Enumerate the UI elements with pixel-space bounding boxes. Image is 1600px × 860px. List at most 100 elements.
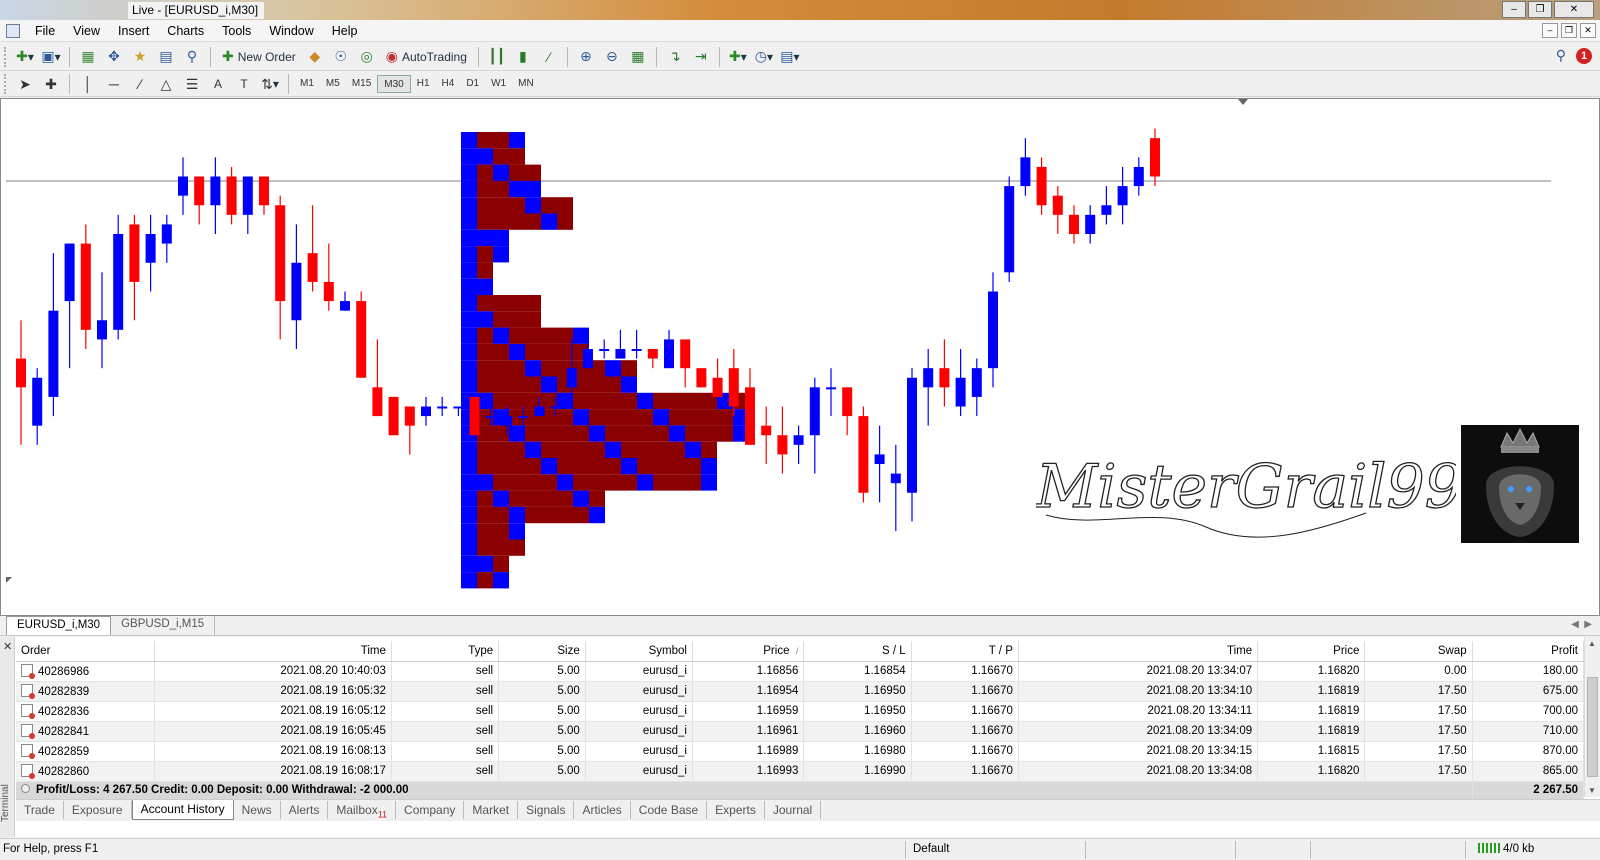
- timeframe-w1[interactable]: W1: [485, 75, 512, 93]
- menu-help[interactable]: Help: [323, 24, 367, 38]
- menu-insert[interactable]: Insert: [109, 24, 158, 38]
- tab-news[interactable]: News: [234, 801, 281, 819]
- text-label-icon[interactable]: T: [233, 73, 255, 95]
- table-row[interactable]: 40282859 2021.08.19 16:08:13 sell 5.00 eurus…: [16, 741, 1585, 762]
- timeframe-mn[interactable]: MN: [512, 75, 540, 93]
- tab-articles[interactable]: Articles: [574, 801, 631, 819]
- tab-alerts[interactable]: Alerts: [281, 801, 329, 819]
- market-watch-button[interactable]: ▦: [77, 46, 99, 68]
- timeframe-m15[interactable]: M15: [346, 75, 377, 93]
- signals-button[interactable]: ☉: [330, 46, 352, 68]
- trendline-icon[interactable]: ∕: [129, 73, 151, 95]
- col-tp[interactable]: T / P: [911, 641, 1019, 662]
- tab-exposure[interactable]: Exposure: [64, 801, 132, 819]
- scroll-down-icon[interactable]: ▼: [1588, 786, 1596, 795]
- chart-tab-gbpusd[interactable]: GBPUSD_i,M15: [111, 616, 216, 635]
- col-open-time[interactable]: Time: [154, 641, 392, 662]
- tab-code-base[interactable]: Code Base: [631, 801, 708, 819]
- autotrading-button[interactable]: ◉ AutoTrading: [382, 46, 471, 68]
- terminal-button[interactable]: ▤: [155, 46, 177, 68]
- text-icon[interactable]: A: [207, 73, 229, 95]
- col-sl[interactable]: S / L: [803, 641, 912, 662]
- table-row[interactable]: 40286986 2021.08.20 10:40:03 sell 5.00 eurus…: [16, 661, 1585, 682]
- minimize-button[interactable]: –: [1502, 1, 1526, 18]
- vertical-scrollbar[interactable]: ▲ ▼: [1584, 637, 1600, 797]
- metaeditor-button[interactable]: ◆: [304, 46, 326, 68]
- col-type[interactable]: Type: [391, 641, 500, 662]
- toolbar-grip[interactable]: [4, 46, 8, 67]
- fibonacci-icon[interactable]: ☰: [181, 73, 203, 95]
- tab-account-history[interactable]: Account History: [131, 800, 234, 820]
- col-symbol[interactable]: Symbol: [585, 641, 694, 662]
- cursor-icon[interactable]: ➤: [14, 73, 36, 95]
- chart-shift-icon[interactable]: ⇥: [690, 46, 712, 68]
- tab-signals[interactable]: Signals: [518, 801, 575, 819]
- col-close-time[interactable]: Time: [1018, 641, 1259, 662]
- indicators-icon[interactable]: ✚ ▾: [727, 46, 749, 68]
- table-row[interactable]: 40282839 2021.08.19 16:05:32 sell 5.00 eurus…: [16, 681, 1585, 702]
- mdi-restore-button[interactable]: ❐: [1561, 23, 1577, 38]
- profiles-button[interactable]: ▣ ▾: [40, 46, 62, 68]
- navigator-button[interactable]: ★: [129, 46, 151, 68]
- search-icon[interactable]: ⚲: [1556, 47, 1566, 64]
- new-order-button[interactable]: ✚ New Order: [218, 46, 300, 68]
- timeframe-h4[interactable]: H4: [436, 75, 461, 93]
- timeframe-m30[interactable]: M30: [377, 75, 411, 93]
- tab-journal[interactable]: Journal: [765, 801, 822, 819]
- mdi-close-button[interactable]: ✕: [1580, 23, 1596, 38]
- tile-windows-icon[interactable]: ▦: [627, 46, 649, 68]
- arrows-icon[interactable]: ⇅ ▾: [259, 73, 281, 95]
- table-row[interactable]: 40282841 2021.08.19 16:05:45 sell 5.00 eurus…: [16, 721, 1585, 742]
- col-profit[interactable]: Profit: [1472, 641, 1585, 662]
- chart-tabs-scroll[interactable]: ◀ ▶: [1571, 619, 1592, 630]
- table-row[interactable]: 40282860 2021.08.19 16:08:17 sell 5.00 eurus…: [16, 761, 1585, 782]
- tab-market[interactable]: Market: [464, 801, 519, 819]
- tab-experts[interactable]: Experts: [707, 801, 765, 819]
- autoscroll-icon[interactable]: ↴: [664, 46, 686, 68]
- maximize-button[interactable]: ❐: [1528, 1, 1552, 18]
- close-icon[interactable]: ✕: [3, 640, 12, 653]
- equidistant-channel-icon[interactable]: △: [155, 73, 177, 95]
- close-button[interactable]: ✕: [1554, 1, 1594, 18]
- menu-file[interactable]: File: [26, 24, 64, 38]
- table-row[interactable]: 40282836 2021.08.19 16:05:12 sell 5.00 eurus…: [16, 701, 1585, 722]
- col-swap[interactable]: Swap: [1364, 641, 1473, 662]
- zoom-out-icon[interactable]: ⊖: [601, 46, 623, 68]
- bar-chart-icon[interactable]: ┃┃: [486, 46, 508, 68]
- periods-icon[interactable]: ◷ ▾: [753, 46, 775, 68]
- timeframe-h1[interactable]: H1: [411, 75, 436, 93]
- scroll-up-icon[interactable]: ▲: [1588, 639, 1596, 648]
- vertical-line-icon[interactable]: │: [77, 73, 99, 95]
- tab-trade[interactable]: Trade: [16, 801, 64, 819]
- status-profile[interactable]: Default: [913, 843, 949, 855]
- scroll-thumb[interactable]: [1587, 677, 1598, 777]
- timeframe-d1[interactable]: D1: [460, 75, 485, 93]
- tab-mailbox[interactable]: Mailbox11: [328, 801, 397, 819]
- line-chart-icon[interactable]: ∕: [538, 46, 560, 68]
- zoom-in-icon[interactable]: ⊕: [575, 46, 597, 68]
- market-button[interactable]: ◎: [356, 46, 378, 68]
- menu-window[interactable]: Window: [260, 24, 322, 38]
- strategy-tester-button[interactable]: ⚲: [181, 46, 203, 68]
- menu-view[interactable]: View: [64, 24, 109, 38]
- templates-icon[interactable]: ▤ ▾: [779, 46, 801, 68]
- col-order[interactable]: Order: [16, 641, 155, 662]
- data-window-button[interactable]: ✥: [103, 46, 125, 68]
- mdi-minimize-button[interactable]: –: [1542, 23, 1558, 38]
- notification-badge[interactable]: 1: [1576, 47, 1592, 64]
- crosshair-icon[interactable]: ✚: [40, 73, 62, 95]
- tab-company[interactable]: Company: [396, 801, 465, 819]
- col-size[interactable]: Size: [498, 641, 586, 662]
- menu-charts[interactable]: Charts: [158, 24, 213, 38]
- menu-tools[interactable]: Tools: [213, 24, 260, 38]
- timeframe-m1[interactable]: M1: [294, 75, 320, 93]
- col-close-price[interactable]: Price: [1257, 641, 1366, 662]
- candlestick-icon[interactable]: ▮: [512, 46, 534, 68]
- toolbar-grip[interactable]: [4, 74, 8, 94]
- chart-tab-eurusd[interactable]: EURUSD_i,M30: [6, 616, 112, 635]
- chart-shift-marker[interactable]: [1238, 99, 1248, 105]
- col-open-price[interactable]: Price /: [692, 641, 805, 662]
- timeframe-m5[interactable]: M5: [320, 75, 346, 93]
- horizontal-line-icon[interactable]: ─: [103, 73, 125, 95]
- new-chart-button[interactable]: ✚ ▾: [14, 46, 36, 68]
